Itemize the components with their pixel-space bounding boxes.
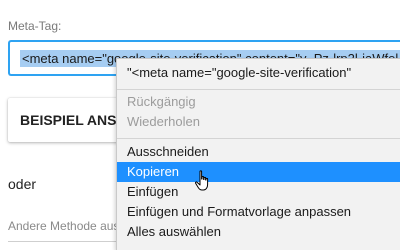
context-menu: "<meta name="google-site-verification" R… (116, 58, 400, 250)
menu-item-paste-and-match-style[interactable]: Einfügen und Formatvorlage anpassen (117, 202, 400, 222)
menu-item-undo: Rückgängig (127, 94, 196, 109)
menu-item-cut[interactable]: Ausschneiden (117, 142, 400, 162)
menu-item-search-selection[interactable]: "<meta name="google-site-verification" (117, 63, 400, 83)
hand-pointer-icon (194, 170, 214, 192)
meta-tag-label: Meta-Tag: (8, 19, 62, 33)
menu-item-redo: Wiederholen (127, 114, 200, 129)
page: Meta-Tag: <meta name="google-site-verifi… (0, 0, 400, 250)
menu-separator (117, 89, 400, 90)
or-label: oder (8, 176, 37, 192)
alternate-method-select[interactable]: Andere Methode auswählen (8, 219, 128, 242)
menu-item-select-all[interactable]: Alles auswählen (117, 222, 400, 242)
menu-item-paste[interactable]: Einfügen (117, 182, 400, 202)
menu-item-copy[interactable]: Kopieren (117, 162, 400, 182)
menu-separator (117, 138, 400, 139)
